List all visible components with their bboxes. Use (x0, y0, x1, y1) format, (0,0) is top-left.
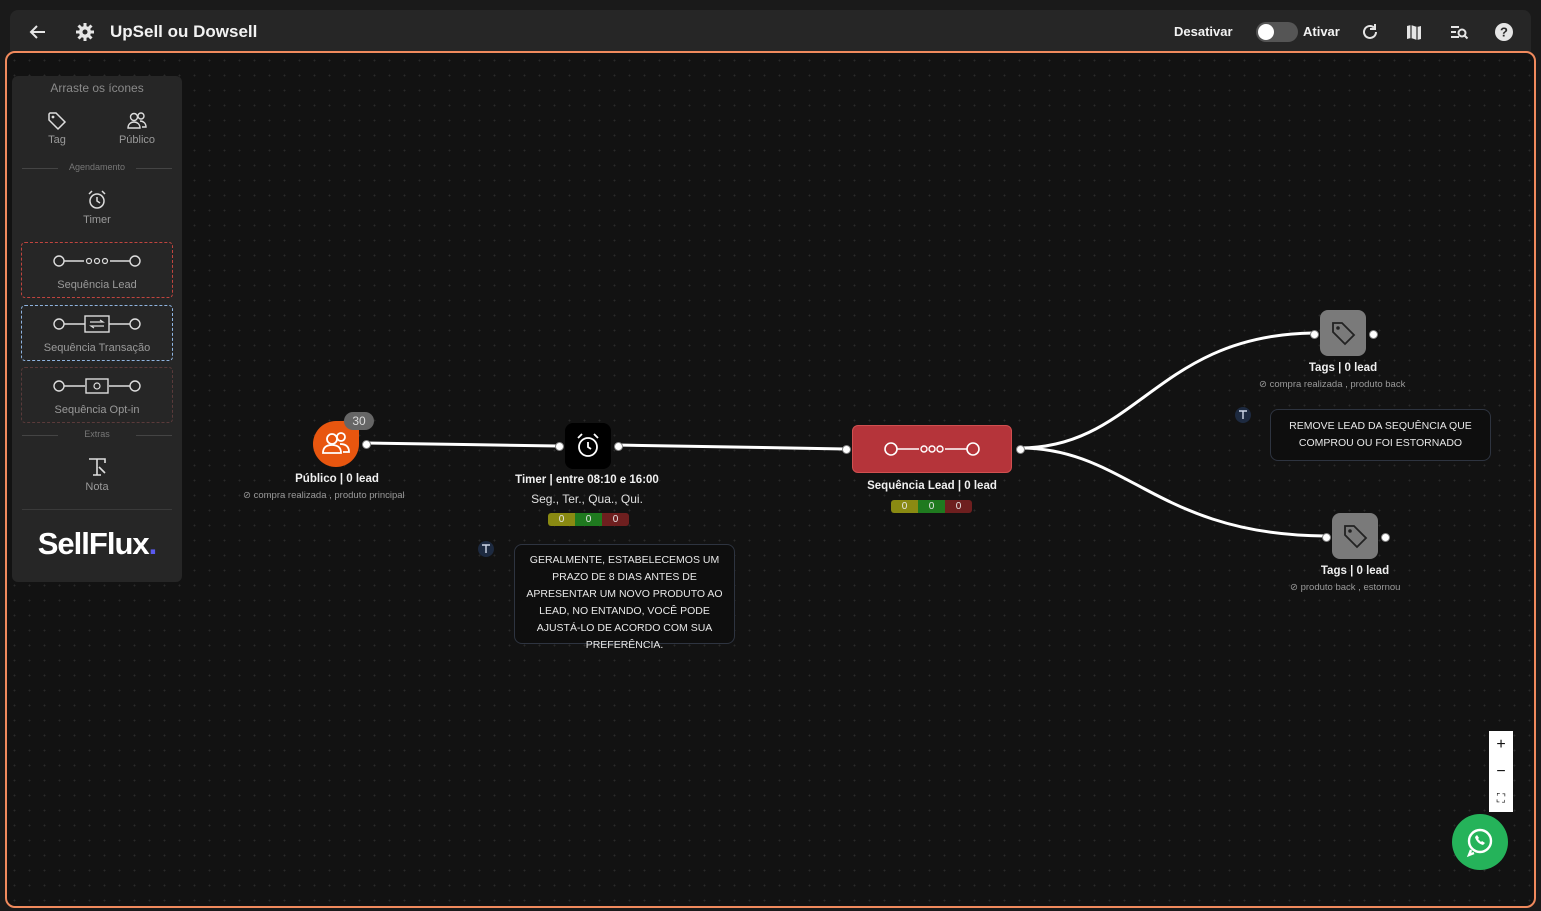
palette-public-label: Público (118, 134, 156, 146)
whatsapp-button[interactable] (1452, 814, 1508, 870)
timer-days: Seg., Ter., Qua., Qui. (531, 492, 643, 506)
counter-pending: 0 (548, 513, 575, 526)
public-node-tags: ⊘ compra realizada , produto principal (243, 490, 405, 501)
sequence-dots-icon (53, 255, 141, 267)
tags-top-input-handle[interactable] (1310, 330, 1319, 339)
map-icon[interactable] (1404, 22, 1424, 42)
sequence-input-handle[interactable] (842, 445, 851, 454)
check-circle-icon: ⊘ (243, 490, 251, 501)
tags-top-label: Tags | 0 lead (1308, 362, 1378, 374)
activate-label[interactable]: Ativar (1303, 24, 1340, 39)
palette-heading: Arraste os ícones (50, 81, 144, 95)
check-circle-icon: ⊘ (1259, 379, 1267, 390)
palette-note[interactable]: Nota (72, 456, 122, 493)
palette-sequence-optin-label: Sequência Opt-in (54, 404, 140, 416)
flow-edges (365, 331, 1326, 538)
section-scheduling: Agendamento (22, 162, 172, 172)
node-palette: Arraste os ícones Tag Público Agendament… (12, 76, 182, 582)
tag-icon (1344, 525, 1368, 549)
palette-sequence-lead[interactable]: Sequência Lead (21, 242, 173, 298)
palette-sequence-optin[interactable]: Sequência Opt-in (21, 367, 173, 423)
public-output-handle[interactable] (362, 440, 371, 449)
tags-note[interactable]: REMOVE LEAD DA SEQUÊNCIA QUE COMPROU OU … (1270, 409, 1491, 461)
optin-icon (53, 378, 141, 394)
back-arrow-icon[interactable] (28, 22, 48, 42)
timer-counters: 0 0 0 (548, 513, 629, 526)
counter-failed: 0 (602, 513, 629, 526)
palette-tag[interactable]: Tag (40, 111, 74, 146)
palette-sequence-transaction-label: Sequência Transação (43, 342, 151, 354)
edge-public-timer (365, 441, 559, 448)
zoom-controls: + − ⛶ (1489, 731, 1513, 812)
note-text-icon (89, 458, 106, 476)
toggle-knob (1258, 24, 1274, 40)
public-count-badge: 30 (344, 412, 374, 430)
sequence-counters: 0 0 0 (891, 500, 972, 513)
activation-toggle[interactable] (1256, 22, 1298, 42)
sellflux-logo: SellFlux. (37, 526, 157, 561)
counter-success: 0 (918, 500, 945, 513)
counter-failed: 0 (945, 500, 972, 513)
section-extras: Extras (22, 429, 172, 439)
tag-icon (1332, 322, 1356, 346)
note-marker-icon[interactable] (478, 541, 494, 557)
sequence-node-label: Sequência Lead | 0 lead (867, 480, 997, 492)
palette-sequence-lead-label: Sequência Lead (57, 279, 137, 291)
flow-canvas[interactable]: Arraste os ícones Tag Público Agendament… (5, 51, 1536, 908)
tags-bottom-input-handle[interactable] (1322, 533, 1331, 542)
tags-top-tags: ⊘ compra realizada , produto back (1259, 379, 1406, 390)
counter-success: 0 (575, 513, 602, 526)
timer-input-handle[interactable] (555, 442, 564, 451)
edge-timer-sequence (616, 443, 846, 451)
palette-public[interactable]: Público (112, 111, 162, 146)
alarm-clock-icon (577, 433, 599, 457)
palette-tag-label: Tag (48, 134, 66, 146)
tags-top-output-handle[interactable] (1369, 330, 1378, 339)
refresh-icon[interactable] (1360, 22, 1380, 42)
public-node-label: Público | 0 lead (295, 473, 379, 485)
timer-output-handle[interactable] (614, 442, 623, 451)
fit-view-button[interactable]: ⛶ (1489, 785, 1513, 812)
svg-text:?: ? (1500, 25, 1508, 40)
timer-note[interactable]: GERALMENTE, ESTABELECEMOS UM PRAZO DE 8 … (514, 544, 735, 651)
gear-icon[interactable] (75, 22, 95, 42)
tags-bottom-output-handle[interactable] (1381, 533, 1390, 542)
tags-top-node[interactable] (1320, 310, 1366, 356)
palette-sequence-transaction[interactable]: Sequência Transação (21, 305, 173, 361)
top-bar: UpSell ou Dowsell Desativar Ativar ? (10, 10, 1531, 52)
sequence-dots-icon (884, 442, 980, 456)
edge-sequence-tags-bottom (1019, 446, 1326, 538)
check-circle-icon: ⊘ (1290, 582, 1298, 593)
tags-bottom-node[interactable] (1332, 513, 1378, 559)
alarm-clock-icon (88, 190, 106, 209)
tags-bottom-label: Tags | 0 lead (1320, 565, 1390, 577)
tag-icon (48, 112, 67, 131)
palette-timer-label: Timer (83, 214, 111, 226)
search-list-icon[interactable] (1449, 22, 1469, 42)
palette-divider (22, 509, 172, 510)
sequence-output-handle[interactable] (1016, 445, 1025, 454)
timer-node-label: Timer | entre 08:10 e 16:00 (515, 474, 659, 486)
palette-timer[interactable]: Timer (72, 189, 122, 226)
zoom-in-button[interactable]: + (1489, 731, 1513, 758)
note-marker-icon[interactable] (1235, 407, 1251, 423)
zoom-out-button[interactable]: − (1489, 758, 1513, 785)
users-icon (127, 112, 147, 129)
flow-title: UpSell ou Dowsell (110, 22, 258, 41)
whatsapp-icon (1466, 828, 1493, 858)
timer-node[interactable] (565, 423, 611, 469)
sequence-lead-node[interactable] (852, 425, 1012, 473)
help-icon[interactable]: ? (1494, 22, 1514, 42)
tags-bottom-tags: ⊘ produto back , estornou (1290, 582, 1401, 593)
palette-note-label: Nota (85, 481, 109, 493)
counter-pending: 0 (891, 500, 918, 513)
transaction-icon (53, 315, 141, 333)
deactivate-label[interactable]: Desativar (1174, 24, 1233, 39)
